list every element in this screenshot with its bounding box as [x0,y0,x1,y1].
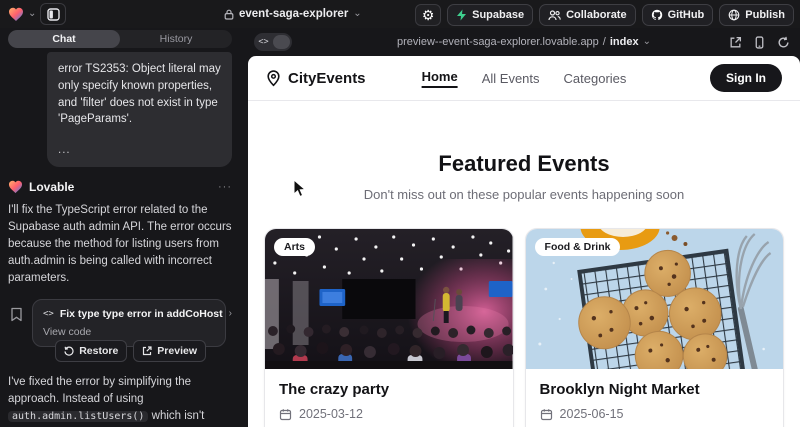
chevron-right-icon: › [229,308,232,319]
event-date: 2025-03-12 [299,407,363,421]
restore-label: Restore [79,345,118,357]
github-button[interactable]: GitHub [642,4,714,26]
view-code-link[interactable]: View code [43,326,215,338]
github-icon [651,9,663,21]
event-title: Brooklyn Night Market [540,381,769,398]
code-change-title: Fix type type error in addCoHost [60,308,223,320]
supabase-icon [456,9,467,21]
event-image-conference: Arts [265,229,513,369]
globe-icon [728,9,740,21]
event-date: 2025-06-15 [560,407,624,421]
nav-link-home[interactable]: Home [422,69,458,88]
category-badge: Arts [274,238,315,256]
event-date-row: 2025-06-15 [540,407,769,421]
preview-pane: <> preview--event-saga-explorer.lovable.… [248,28,800,427]
event-cards: Arts The crazy party 2025-03-12 [248,228,800,427]
gear-icon: ⚙ [422,8,435,22]
sign-in-button[interactable]: Sign In [710,64,782,92]
github-label: GitHub [668,9,705,21]
lock-icon [224,9,234,20]
event-image-cookies: Food & Drink [526,229,783,369]
user-message-text: error TS2353: Object literal may only sp… [58,61,221,128]
nav-link-categories[interactable]: Categories [564,71,627,86]
restore-icon [64,346,74,356]
top-bar: ⌄ event-saga-explorer ⌄ ⚙ [0,0,800,28]
preview-toolbar: <> preview--event-saga-explorer.lovable.… [248,28,800,56]
settings-button[interactable]: ⚙ [415,4,441,26]
open-in-new-tab-icon[interactable] [729,36,742,49]
assistant-message-2: I've fixed the error by simplifying the … [8,374,232,427]
calendar-icon [540,408,553,421]
truncated-indicator: ... [58,142,221,159]
chat-history-tabs: Chat History [8,30,232,48]
project-switcher[interactable]: event-saga-explorer ⌄ [224,0,362,28]
site-header: CityEvents Home All Events Categories Si… [248,56,800,101]
collaborate-label: Collaborate [566,9,627,21]
code-preview-toggle[interactable]: <> [254,33,292,51]
preview-label: Preview [157,345,197,357]
tab-history[interactable]: History [120,30,232,48]
tab-chat[interactable]: Chat [8,30,120,48]
preview-url-host: preview--event-saga-explorer.lovable.app [397,36,599,48]
map-pin-icon [266,70,281,87]
chevron-down-icon: ⌄ [353,9,361,19]
chat-panel: Chat History error TS2353: Object litera… [0,28,240,427]
preview-viewport: CityEvents Home All Events Categories Si… [248,56,800,427]
more-menu-icon[interactable]: ··· [218,181,232,193]
assistant-header: Lovable ··· [8,180,232,194]
event-card-crazy-party[interactable]: Arts The crazy party 2025-03-12 [264,228,514,427]
chevron-down-icon[interactable]: ⌄ [28,9,36,19]
site-brand[interactable]: CityEvents [266,70,366,87]
supabase-label: Supabase [472,9,524,21]
hero-section: Featured Events Don't miss out on these … [248,151,800,202]
site-brand-name: CityEvents [288,70,366,87]
lovable-window: ⌄ event-saga-explorer ⌄ ⚙ [0,0,800,427]
bookmark-icon[interactable] [10,307,23,322]
url-separator: / [603,36,606,48]
mobile-view-icon[interactable] [753,36,766,49]
calendar-icon [279,408,292,421]
project-title: event-saga-explorer [239,8,348,20]
publish-label: Publish [745,9,785,21]
users-icon [548,10,561,21]
site-nav: Home All Events Categories [422,69,627,88]
lovable-logo-icon[interactable] [8,7,24,22]
hero-title: Featured Events [248,151,800,177]
assistant-message-1: I'll fix the TypeScript error related to… [8,202,232,287]
refresh-icon[interactable] [777,36,790,49]
toggle-sidebar-button[interactable] [40,3,66,25]
inline-code: auth.admin.listUsers() [8,411,148,422]
event-card-brooklyn-night-market[interactable]: Food & Drink Brooklyn Night Market 2025-… [525,228,784,427]
nav-link-all-events[interactable]: All Events [482,71,540,86]
external-link-icon [142,346,152,356]
publish-button[interactable]: Publish [719,4,794,26]
preview-url-dropdown[interactable]: preview--event-saga-explorer.lovable.app… [397,36,651,48]
preview-url-page: index [610,36,639,48]
chevron-down-icon: ⌄ [643,37,651,47]
lovable-heart-icon [8,180,23,194]
toggle-knob [273,35,290,49]
assistant-name: Lovable [29,180,74,194]
restore-button[interactable]: Restore [55,340,127,362]
user-message-bubble: error TS2353: Object literal may only sp… [47,52,232,167]
event-date-row: 2025-03-12 [279,407,499,421]
collaborate-button[interactable]: Collaborate [539,4,636,26]
supabase-button[interactable]: Supabase [447,4,533,26]
panel-icon [47,8,60,21]
code-icon: <> [254,37,273,47]
preview-change-button[interactable]: Preview [133,340,206,362]
event-title: The crazy party [279,381,499,398]
message-2-text: I've fixed the error by simplifying the … [8,376,191,405]
category-badge: Food & Drink [535,238,621,256]
hero-subtitle: Don't miss out on these popular events h… [248,187,800,202]
code-icon: <> [43,309,54,319]
